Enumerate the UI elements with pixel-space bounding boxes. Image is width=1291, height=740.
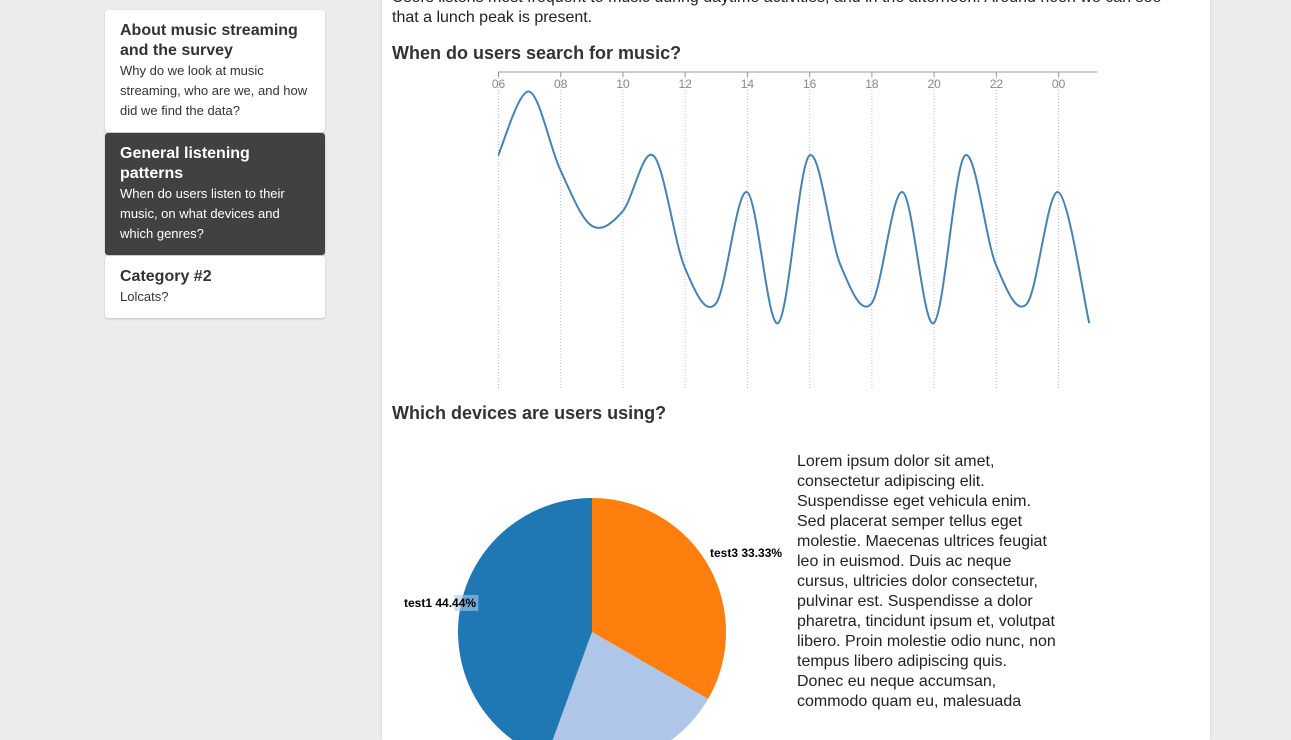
pie-label-test1: test1 44.44%: [404, 596, 476, 610]
sidebar-item-general-listening[interactable]: General listening patterns When do users…: [105, 133, 325, 255]
sidebar-item-category-2[interactable]: Category #2 Lolcats?: [105, 256, 325, 318]
sidebar-item-description: Why do we look at music streaming, who a…: [120, 63, 308, 118]
sidebar-item-description: When do users listen to their music, on …: [120, 186, 285, 241]
pie-label-test3: test3 33.33%: [710, 546, 782, 560]
sidebar-item-description: Lolcats?: [120, 289, 169, 304]
sidebar-nav: About music streaming and the survey Why…: [105, 10, 325, 318]
devices-pie-chart: test3 33.33% test1 44.44%: [404, 498, 782, 740]
sidebar-item-title: About music streaming and the survey: [120, 22, 298, 59]
sidebar-item-about[interactable]: About music streaming and the survey Why…: [105, 10, 325, 132]
devices-description: Lorem ipsum dolor sit amet, consectetur …: [797, 453, 1056, 710]
sidebar-item-title: General listening patterns: [120, 145, 250, 182]
sidebar-item-title: Category #2: [120, 268, 212, 285]
main-content: Users listens most frequent to music dur…: [382, 0, 1210, 740]
